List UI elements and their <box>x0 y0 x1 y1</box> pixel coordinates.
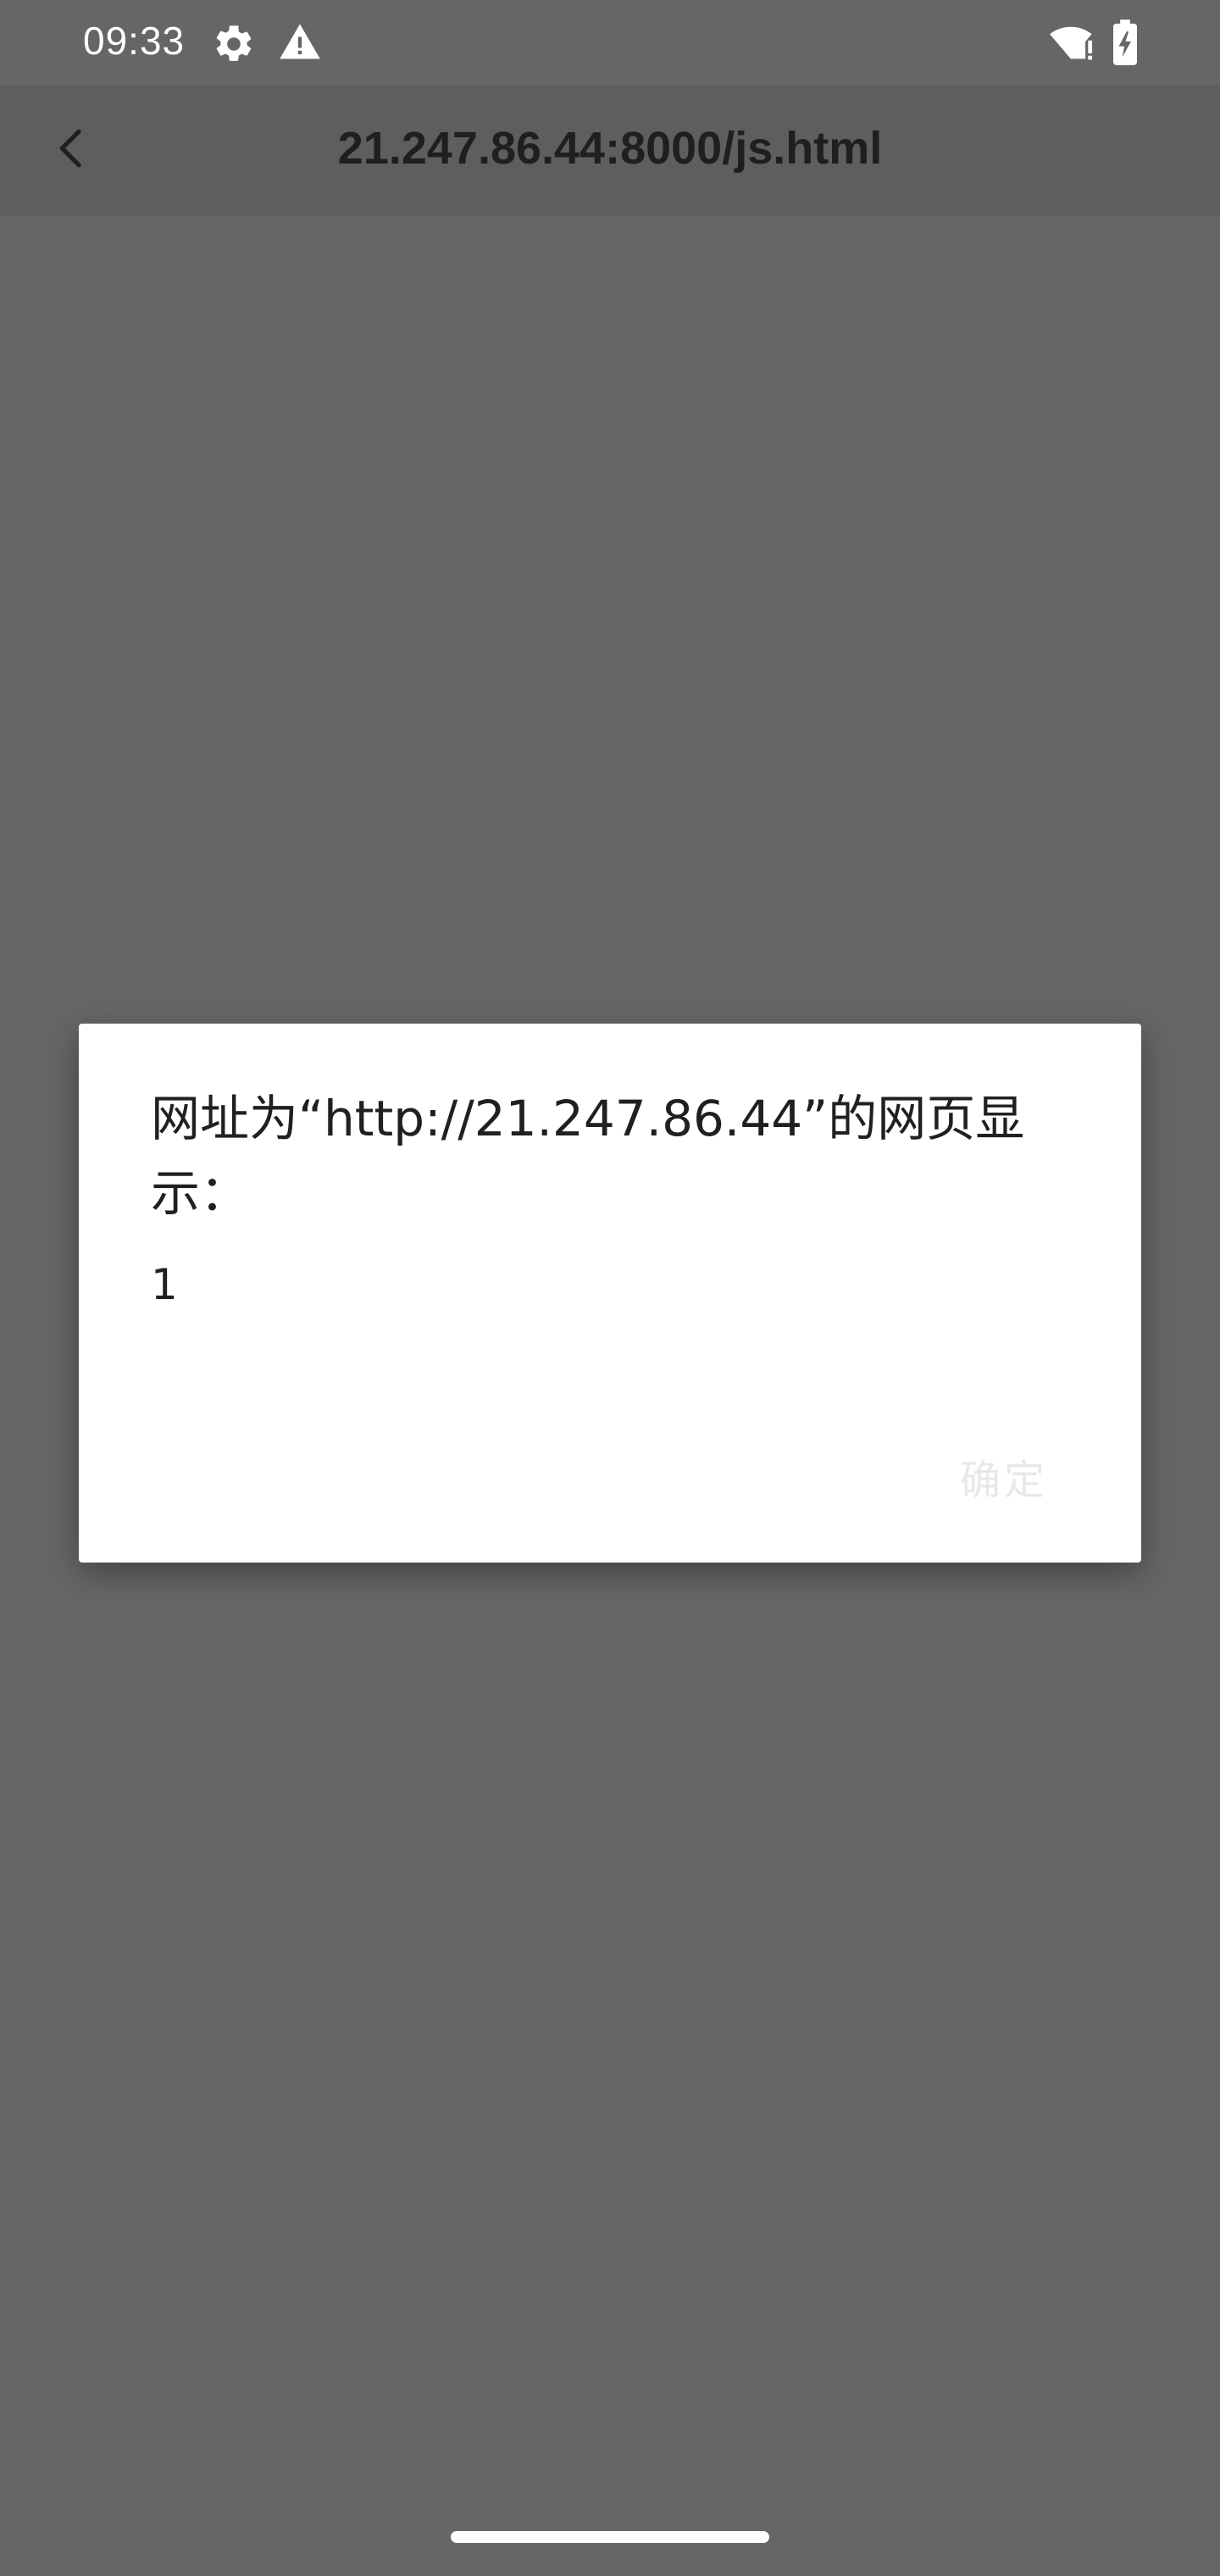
alert-dialog: 网址为“http://21.247.86.44”的网页显示： 1 确定 <box>79 1024 1141 1563</box>
gesture-nav-handle[interactable] <box>451 2531 769 2543</box>
warning-icon <box>280 24 320 59</box>
wifi-alert-icon <box>1050 26 1093 60</box>
status-bar: 09:33 <box>0 0 1220 85</box>
dialog-title: 网址为“http://21.247.86.44”的网页显示： <box>151 1090 1025 1222</box>
dialog-message: 1 <box>151 1260 178 1309</box>
settings-icon <box>216 25 252 61</box>
battery-charging-icon <box>1113 19 1137 65</box>
status-time: 09:33 <box>83 19 186 63</box>
page-title: 21.247.86.44:8000/js.html <box>337 123 883 174</box>
ok-button[interactable]: 确定 <box>951 1447 1056 1513</box>
app-bar: 21.247.86.44:8000/js.html <box>0 85 1220 216</box>
